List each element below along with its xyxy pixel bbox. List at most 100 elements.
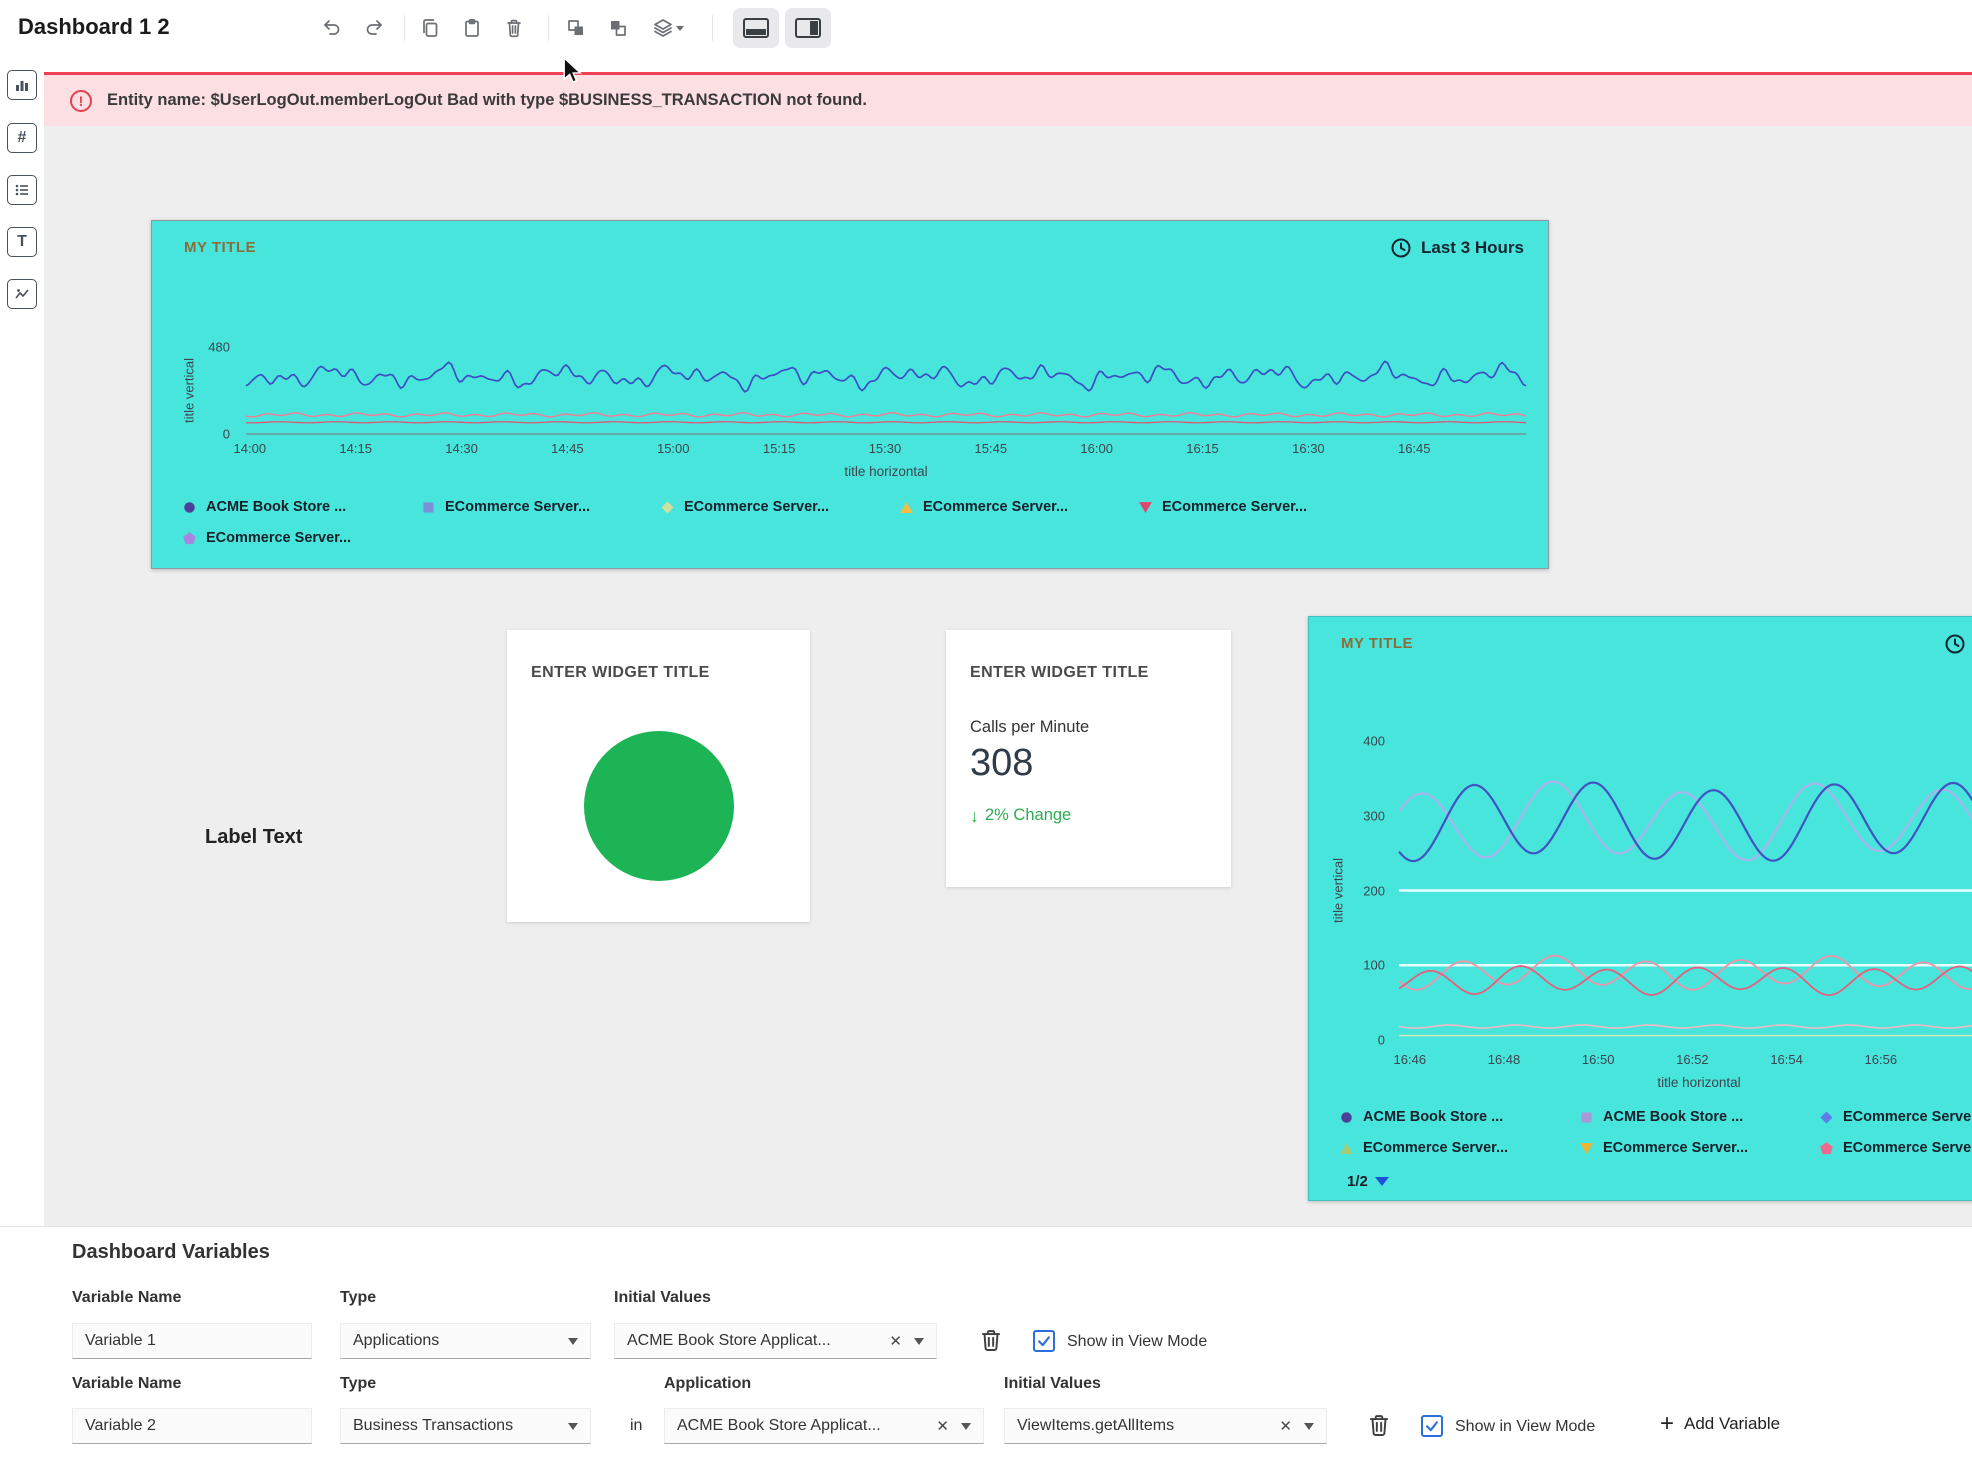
time-range[interactable]: Last 3 Hours <box>1390 237 1524 259</box>
initial-values-select[interactable]: ViewItems.getAllItems ✕ <box>1004 1408 1327 1444</box>
error-message: Entity name: $UserLogOut.memberLogOut Ba… <box>107 91 867 110</box>
legend-item[interactable]: ECommerce Server... <box>421 499 660 515</box>
remove-value-icon[interactable]: ✕ <box>889 1332 902 1350</box>
redo-icon <box>363 17 385 39</box>
timeseries-plot <box>246 347 1526 434</box>
type-select[interactable]: Applications <box>340 1323 591 1359</box>
legend-item[interactable]: ECommerce Server... <box>899 499 1138 515</box>
label-widget[interactable]: Label Text <box>205 826 302 849</box>
application-select[interactable]: ACME Book Store Applicat... ✕ <box>664 1408 984 1444</box>
x-tick-label: 14:00 <box>234 441 267 456</box>
legend-item[interactable]: ECommerce Server... <box>1579 1140 1819 1156</box>
chevron-down-icon[interactable] <box>568 1338 578 1345</box>
timeseries-plot <box>1399 741 1972 1040</box>
x-tick-label: 14:45 <box>551 441 584 456</box>
legend-pagination[interactable]: 1/2 <box>1347 1173 1389 1190</box>
dashboard-variables-panel: Dashboard Variables Variable Name Type A… <box>0 1226 1972 1484</box>
timeseries-widget-2[interactable]: MY TITLE title vertical 4003002001000 16… <box>1308 616 1972 1201</box>
remove-value-icon[interactable]: ✕ <box>1279 1417 1292 1435</box>
chart-legend: ACME Book Store ...ACME Book Store ...EC… <box>1339 1109 1972 1156</box>
send-backward-button[interactable] <box>600 11 636 45</box>
show-in-view-mode-label: Show in View Mode <box>1067 1333 1207 1351</box>
undo-button[interactable] <box>314 11 350 45</box>
paste-button[interactable] <box>454 11 490 45</box>
x-tick-label: 15:30 <box>869 441 902 456</box>
metric-number-widget-icon: # <box>18 129 27 147</box>
x-tick-label: 16:15 <box>1186 441 1219 456</box>
chevron-down-icon[interactable] <box>961 1423 971 1430</box>
legend-item[interactable]: ECommerce Server... <box>1819 1109 1972 1125</box>
time-range[interactable] <box>1944 633 1966 655</box>
variable-name-label: Variable Name <box>72 1375 181 1393</box>
timeseries-widget-1[interactable]: MY TITLE Last 3 Hours title vertical 480… <box>151 220 1549 569</box>
legend-item[interactable]: ACME Book Store ... <box>1339 1109 1579 1125</box>
delete-button[interactable] <box>496 11 532 45</box>
x-tick-label: 16:46 <box>1394 1052 1427 1067</box>
legend-item[interactable]: ECommerce Server... <box>660 499 899 515</box>
text-widget-button[interactable]: T <box>7 227 37 257</box>
legend-item[interactable]: ACME Book Store ... <box>182 499 421 515</box>
trash-icon <box>1366 1412 1392 1438</box>
layout-horizontal-toggle[interactable] <box>733 8 779 48</box>
chevron-down-icon[interactable] <box>568 1423 578 1430</box>
variable-name-input[interactable] <box>72 1323 312 1359</box>
triangle-up-marker-icon <box>899 500 914 515</box>
metric-widget[interactable]: ENTER WIDGET TITLE Calls per Minute 308 … <box>946 630 1231 887</box>
error-icon: ! <box>70 90 92 112</box>
square-marker-icon <box>421 500 436 515</box>
add-variable-button[interactable]: + Add Variable <box>1660 1412 1780 1436</box>
metric-number-widget-button[interactable]: # <box>7 123 37 153</box>
x-axis-title: title horizontal <box>246 464 1526 479</box>
delete-variable-button[interactable] <box>1366 1412 1392 1438</box>
circle-marker-icon <box>1339 1110 1354 1125</box>
dashboard-editor: Dashboard 1 2 <box>0 0 1972 1484</box>
dashboard-canvas[interactable]: MY TITLE Last 3 Hours title vertical 480… <box>44 126 1972 1226</box>
health-widget[interactable]: ENTER WIDGET TITLE <box>507 630 810 922</box>
dashboard-title: Dashboard 1 2 <box>18 14 170 40</box>
x-tick-label: 16:56 <box>1865 1052 1898 1067</box>
chart-widget-button[interactable] <box>7 70 37 100</box>
y-tick-label: 400 <box>1363 734 1385 749</box>
x-axis-ticks: 16:4616:4816:5016:5216:5416:56 <box>1399 1052 1972 1068</box>
remove-value-icon[interactable]: ✕ <box>936 1417 949 1435</box>
layout-vertical-toggle[interactable] <box>785 8 831 48</box>
text-widget-icon: T <box>17 233 27 251</box>
layers-button[interactable] <box>644 11 692 45</box>
initial-values-select[interactable]: ACME Book Store Applicat... ✕ <box>614 1323 937 1359</box>
legend-item[interactable]: ECommerce Server... <box>1339 1140 1579 1156</box>
x-tick-label: 16:52 <box>1676 1052 1709 1067</box>
list-widget-button[interactable] <box>7 175 37 205</box>
legend-item-label: ECommerce Server... <box>1162 499 1307 515</box>
redo-button[interactable] <box>356 11 392 45</box>
type-select-value: Applications <box>353 1332 568 1350</box>
image-widget-button[interactable] <box>7 279 37 309</box>
y-tick-label: 0 <box>223 427 230 442</box>
legend-item[interactable]: ACME Book Store ... <box>1579 1109 1819 1125</box>
layout-vertical-icon <box>795 18 821 38</box>
toolbar-separator <box>548 15 549 41</box>
chevron-down-icon[interactable] <box>1304 1423 1314 1430</box>
chart-legend: ACME Book Store ...ECommerce Server...EC… <box>182 499 1522 546</box>
widget-title: MY TITLE <box>184 239 256 256</box>
bring-forward-button[interactable] <box>558 11 594 45</box>
variable-name-input[interactable] <box>72 1408 312 1444</box>
show-in-view-mode-checkbox[interactable] <box>1421 1415 1443 1437</box>
pagination-down-icon <box>1375 1177 1389 1186</box>
delete-variable-button[interactable] <box>978 1327 1004 1353</box>
legend-item-label: ECommerce Server... <box>206 530 351 546</box>
application-label: Application <box>664 1375 751 1393</box>
type-select[interactable]: Business Transactions <box>340 1408 591 1444</box>
type-label: Type <box>340 1375 376 1393</box>
check-icon <box>1035 1332 1053 1350</box>
copy-button[interactable] <box>412 11 448 45</box>
legend-item[interactable]: ECommerce Server... <box>182 530 421 546</box>
legend-item[interactable]: ECommerce Server... <box>1819 1140 1972 1156</box>
initial-values-label: Initial Values <box>1004 1375 1101 1393</box>
diamond-marker-icon <box>1819 1110 1834 1125</box>
chart-widget-icon <box>13 76 31 94</box>
show-in-view-mode-checkbox[interactable] <box>1033 1330 1055 1352</box>
widget-palette: # T <box>0 56 44 1226</box>
legend-item[interactable]: ECommerce Server... <box>1138 499 1377 515</box>
chevron-down-icon[interactable] <box>914 1338 924 1345</box>
legend-item-label: ECommerce Server... <box>684 499 829 515</box>
